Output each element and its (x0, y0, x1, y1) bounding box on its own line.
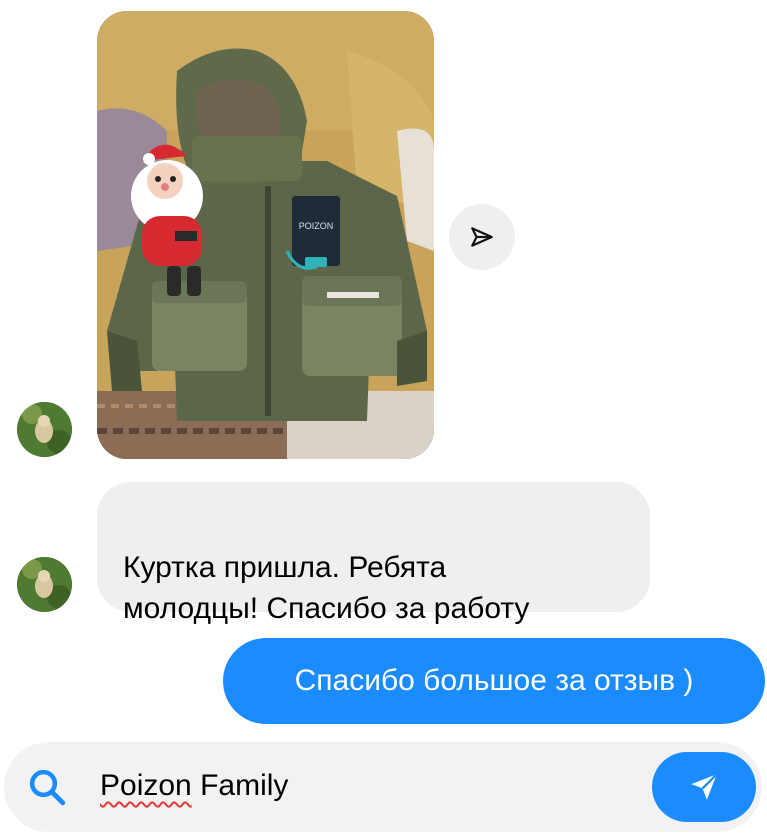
composer-input[interactable]: Poizon Family (100, 766, 288, 806)
kids-parka-photo: POIZON (97, 11, 434, 459)
outgoing-message-bubble[interactable]: Спасибо большое за отзыв ) (223, 638, 765, 724)
share-button[interactable] (449, 204, 515, 270)
sender-avatar[interactable] (17, 557, 72, 612)
message-composer[interactable]: Poizon Family (4, 742, 762, 832)
incoming-message-text: Куртка пришла. Ребята молодцы! Спасибо з… (123, 551, 530, 625)
composer-text-rest: Family (191, 769, 289, 802)
send-icon (691, 773, 718, 800)
photo-message[interactable]: POIZON (97, 11, 434, 459)
incoming-message-bubble[interactable]: Куртка пришла. Ребята молодцы! Спасибо з… (97, 482, 650, 625)
spellcheck-word: Poizon (100, 769, 192, 802)
share-icon (471, 227, 493, 247)
hang-tag-text: POIZON (299, 221, 334, 231)
send-button[interactable] (652, 752, 756, 822)
outgoing-message-text: Спасибо большое за отзыв ) (294, 664, 694, 697)
avatar-image (17, 557, 72, 612)
search-icon[interactable] (26, 766, 68, 808)
chat-screen: POIZON Куртка пришла. Ребята молодцы! Сп… (0, 0, 767, 839)
sender-avatar[interactable] (17, 402, 72, 457)
avatar-image (17, 402, 72, 457)
